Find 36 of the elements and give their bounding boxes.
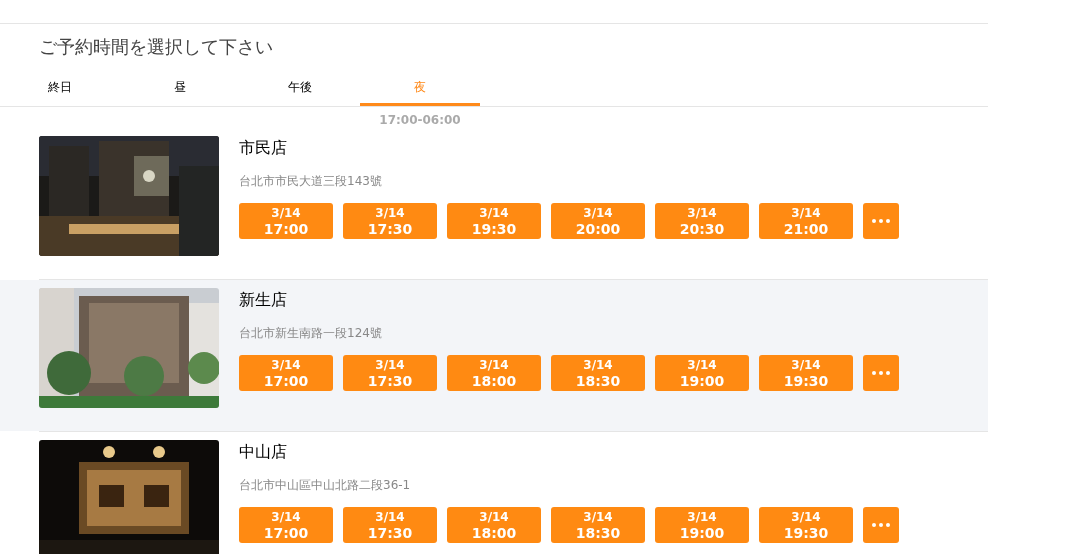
time-slot-button[interactable]: 3/14 17:00 — [239, 507, 333, 543]
time-tab[interactable]: 午後 — [240, 68, 360, 106]
time-slot-button[interactable]: 3/14 19:00 — [655, 507, 749, 543]
more-icon — [872, 219, 890, 223]
time-slot-button[interactable]: 3/14 17:30 — [343, 355, 437, 391]
time-slot-button[interactable]: 3/14 19:30 — [759, 507, 853, 543]
page-title: ご予約時間を選択して下さい — [38, 35, 274, 59]
time-slot-button[interactable]: 3/14 17:00 — [239, 203, 333, 239]
time-slot-button[interactable]: 3/14 19:00 — [655, 355, 749, 391]
more-icon — [872, 371, 890, 375]
time-tab[interactable]: 終日 — [0, 68, 120, 106]
time-slot-button[interactable]: 3/14 17:00 — [239, 355, 333, 391]
store-name: 新生店 — [239, 289, 288, 311]
time-slot-button[interactable]: 3/14 21:00 — [759, 203, 853, 239]
time-slot-button[interactable]: 3/14 19:30 — [759, 355, 853, 391]
time-slot-button[interactable]: 3/14 18:00 — [447, 507, 541, 543]
more-button[interactable] — [863, 203, 899, 239]
time-range: 17:00-06:00 — [378, 112, 462, 128]
time-slot-button[interactable]: 3/14 17:30 — [343, 203, 437, 239]
store-address: 台北市中山區中山北路二段36-1 — [239, 477, 412, 493]
time-slot-button[interactable]: 3/14 19:30 — [447, 203, 541, 239]
time-slot-button[interactable]: 3/14 18:30 — [551, 507, 645, 543]
store-address: 台北市市民大道三段143號 — [239, 173, 383, 189]
time-slot-button[interactable]: 3/14 20:30 — [655, 203, 749, 239]
more-button[interactable] — [863, 355, 899, 391]
time-slot-button[interactable]: 3/14 17:30 — [343, 507, 437, 543]
store-name: 中山店 — [239, 441, 288, 463]
time-slot-button[interactable]: 3/14 20:00 — [551, 203, 645, 239]
time-slot-button[interactable]: 3/14 18:00 — [447, 355, 541, 391]
time-slot-button[interactable]: 3/14 18:30 — [551, 355, 645, 391]
more-button[interactable] — [863, 507, 899, 543]
time-tab[interactable]: 昼 — [120, 68, 240, 106]
more-icon — [872, 523, 890, 527]
store-name: 市民店 — [239, 137, 288, 159]
time-tab[interactable]: 夜 — [360, 68, 480, 106]
store-address: 台北市新生南路一段124號 — [239, 325, 383, 341]
